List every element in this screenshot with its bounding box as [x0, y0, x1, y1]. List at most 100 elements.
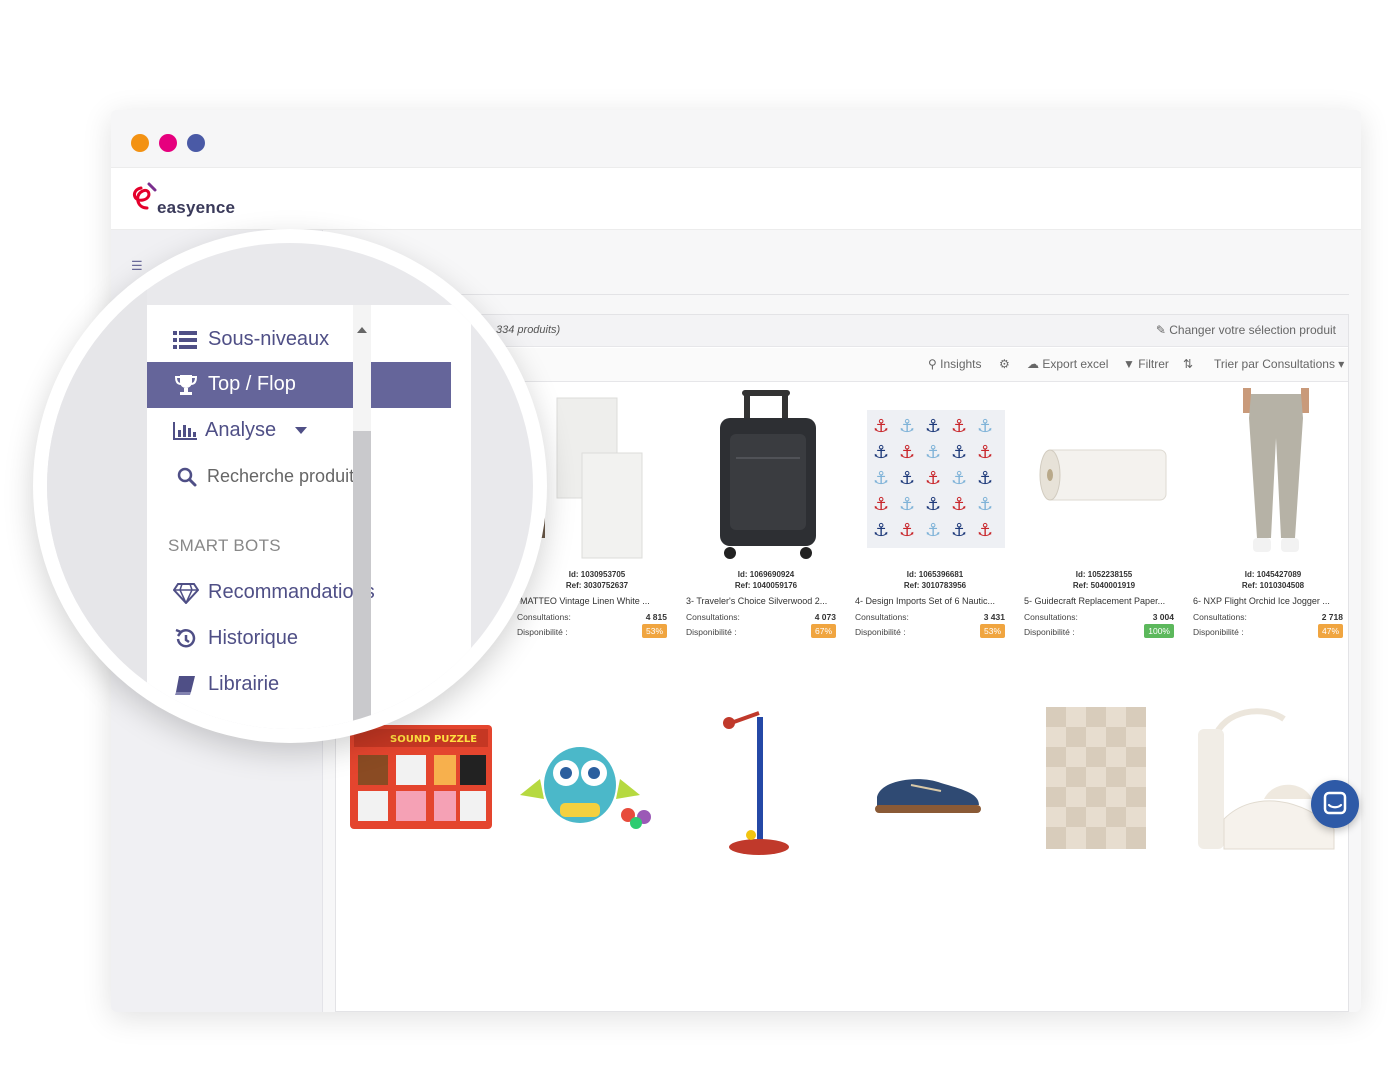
nav-label: Analyse — [205, 419, 277, 441]
product-count: 334 produits) — [496, 324, 561, 336]
svg-text:⚓: ⚓ — [951, 416, 967, 437]
svg-text:⚓: ⚓ — [951, 468, 967, 489]
nav-item-top-flop[interactable]: Top / Flop — [147, 362, 451, 408]
menu-scrollbar[interactable] — [353, 305, 371, 729]
filter-label: Filtrer — [1138, 357, 1169, 371]
availability-label: Disponibilité : — [1193, 627, 1244, 637]
brand-logo[interactable]: easyence — [127, 180, 257, 220]
product-ref: Ref: 1040059176 — [734, 581, 798, 590]
sort-dropdown[interactable]: Trier par Consultations ▾ — [1214, 357, 1344, 371]
product-id: Id: 1069690924 — [737, 570, 795, 579]
window-dot-pink[interactable] — [159, 134, 177, 152]
nav-label: Top / Flop — [208, 373, 296, 395]
consultations-value: 4 815 — [645, 612, 667, 622]
availability-badge: 53% — [641, 624, 667, 638]
product-ref: Ref: 3030752637 — [565, 581, 629, 590]
product-name[interactable]: 4- Design Imports Set of 6 Nautic... — [855, 596, 1005, 606]
stage: easyence ☰ 334 produits) ✎ Changer votre… — [0, 0, 1400, 1080]
search-icon — [177, 467, 197, 487]
svg-text:⚓: ⚓ — [977, 520, 993, 541]
bar-chart-icon — [173, 422, 197, 440]
nav-menu: Sous-niveaux Top / Flop Analyse Recherch… — [147, 305, 471, 729]
product-ref: Ref: 1010304508 — [1241, 581, 1305, 590]
scrollbar-thumb[interactable] — [353, 431, 371, 729]
change-selection-link[interactable]: ✎ Changer votre sélection produit — [1156, 323, 1336, 337]
nav-label: Sous-niveaux — [208, 328, 330, 350]
consultations-label: Consultations: — [1024, 612, 1078, 622]
window-dot-orange[interactable] — [131, 134, 149, 152]
consultations-value: 2 718 — [1321, 612, 1343, 622]
filter-button[interactable]: ▼ Filtrer — [1123, 357, 1169, 371]
product-id: Id: 1052238155 — [1075, 570, 1133, 579]
nav-item-analyse[interactable]: Analyse — [147, 408, 451, 454]
diamond-icon — [173, 583, 199, 604]
nav-item-recommandations[interactable]: Recommandations — [147, 570, 451, 616]
svg-text:⚓: ⚓ — [951, 494, 967, 515]
microphone-stand-image[interactable] — [719, 707, 799, 857]
product-card[interactable]: Id: 1069690924 Ref: 1040059176 3- Travel… — [686, 388, 846, 648]
nav-item-historique[interactable]: Historique — [147, 616, 451, 662]
nav-item-recherche-produit[interactable]: Recherche produit — [147, 455, 451, 501]
chat-button[interactable] — [1311, 780, 1359, 828]
consultations-value: 4 073 — [814, 612, 836, 622]
consultations-value: 3 004 — [1152, 612, 1174, 622]
product-name[interactable]: -MATTEO Vintage Linen White ... — [517, 596, 667, 606]
scroll-up-icon[interactable] — [357, 327, 367, 333]
svg-text:⚓: ⚓ — [873, 520, 889, 541]
sandal-image[interactable] — [1194, 699, 1344, 855]
history-icon — [175, 628, 196, 648]
list-icon — [173, 331, 197, 349]
product-card[interactable]: ⚓ ⚓ ⚓ ⚓ ⚓ ⚓ ⚓ ⚓ ⚓ ⚓ ⚓ ⚓ ⚓ ⚓ ⚓ ⚓ ⚓ ⚓ ⚓ ⚓ ⚓ ⚓ ⚓ ⚓ ⚓ Id: 106539… — [855, 388, 1015, 648]
availability-badge: 47% — [1317, 624, 1343, 638]
product-name[interactable]: 5- Guidecraft Replacement Paper... — [1024, 596, 1174, 606]
rug-image[interactable] — [1046, 707, 1146, 849]
svg-text:⚓: ⚓ — [977, 416, 993, 437]
settings-button[interactable]: ⚙ — [999, 357, 1010, 371]
export-excel-button[interactable]: ☁ Export excel — [1027, 357, 1108, 371]
product-card[interactable]: Id: 1045427089 Ref: 1010304508 6- NXP Fl… — [1193, 388, 1353, 648]
sort-label: Trier par Consultations — [1214, 357, 1335, 371]
window-dot-blue[interactable] — [187, 134, 205, 152]
product-id: Id: 1065396681 — [906, 570, 964, 579]
divider — [323, 294, 1349, 295]
availability-label: Disponibilité : — [517, 627, 568, 637]
availability-label: Disponibilité : — [855, 627, 906, 637]
suitcase-image — [720, 390, 816, 559]
title-bar — [111, 110, 1361, 168]
shoe-image[interactable] — [871, 769, 983, 819]
owl-toy-image[interactable] — [520, 733, 660, 829]
svg-text:⚓: ⚓ — [873, 442, 889, 463]
svg-text:⚓: ⚓ — [899, 494, 915, 515]
brand-name: easyence — [157, 198, 236, 217]
svg-text:⚓: ⚓ — [977, 442, 993, 463]
svg-text:⚓: ⚓ — [899, 520, 915, 541]
caret-down-icon[interactable] — [295, 427, 307, 434]
nav-item-sous-niveaux[interactable]: Sous-niveaux — [147, 317, 451, 363]
availability-badge: 53% — [979, 624, 1005, 638]
nav-label: Recherche produit — [207, 466, 355, 486]
consultations-value: 3 431 — [983, 612, 1005, 622]
availability-label: Disponibilité : — [1024, 627, 1075, 637]
nav-item-librairie[interactable]: Librairie — [147, 662, 451, 708]
svg-text:⚓: ⚓ — [899, 416, 915, 437]
sort-order-button[interactable]: ⇅ — [1183, 357, 1193, 371]
anchor-pattern-image: ⚓ ⚓ ⚓ ⚓ ⚓ ⚓ ⚓ ⚓ ⚓ ⚓ ⚓ ⚓ ⚓ ⚓ ⚓ ⚓ ⚓ ⚓ ⚓ ⚓ ⚓ ⚓ ⚓ ⚓ ⚓ — [867, 410, 1005, 548]
puzzle-image[interactable]: SOUND PUZZLE — [350, 725, 492, 829]
svg-text:⚓: ⚓ — [925, 468, 941, 489]
insights-label: Insights — [940, 357, 982, 371]
product-card[interactable]: Id: 1052238155 Ref: 5040001919 5- Guidec… — [1024, 388, 1184, 648]
svg-text:⚓: ⚓ — [925, 442, 941, 463]
insights-button[interactable]: ⚲ Insights — [928, 357, 982, 371]
towel-image — [527, 397, 643, 559]
trophy-icon — [174, 375, 198, 395]
change-selection-label: Changer votre sélection produit — [1169, 323, 1336, 337]
svg-text:⚓: ⚓ — [873, 416, 889, 437]
availability-badge: 67% — [810, 624, 836, 638]
product-name[interactable]: 6- NXP Flight Orchid Ice Jogger ... — [1193, 596, 1343, 606]
pencil-icon: ✎ — [1155, 323, 1166, 337]
app-header: easyence — [111, 168, 1361, 230]
product-name[interactable]: 3- Traveler's Choice Silverwood 2... — [686, 596, 836, 606]
svg-text:SOUND PUZZLE: SOUND PUZZLE — [390, 734, 477, 745]
availability-badge: 100% — [1144, 624, 1174, 638]
filter-icon: ▼ — [1123, 357, 1135, 371]
